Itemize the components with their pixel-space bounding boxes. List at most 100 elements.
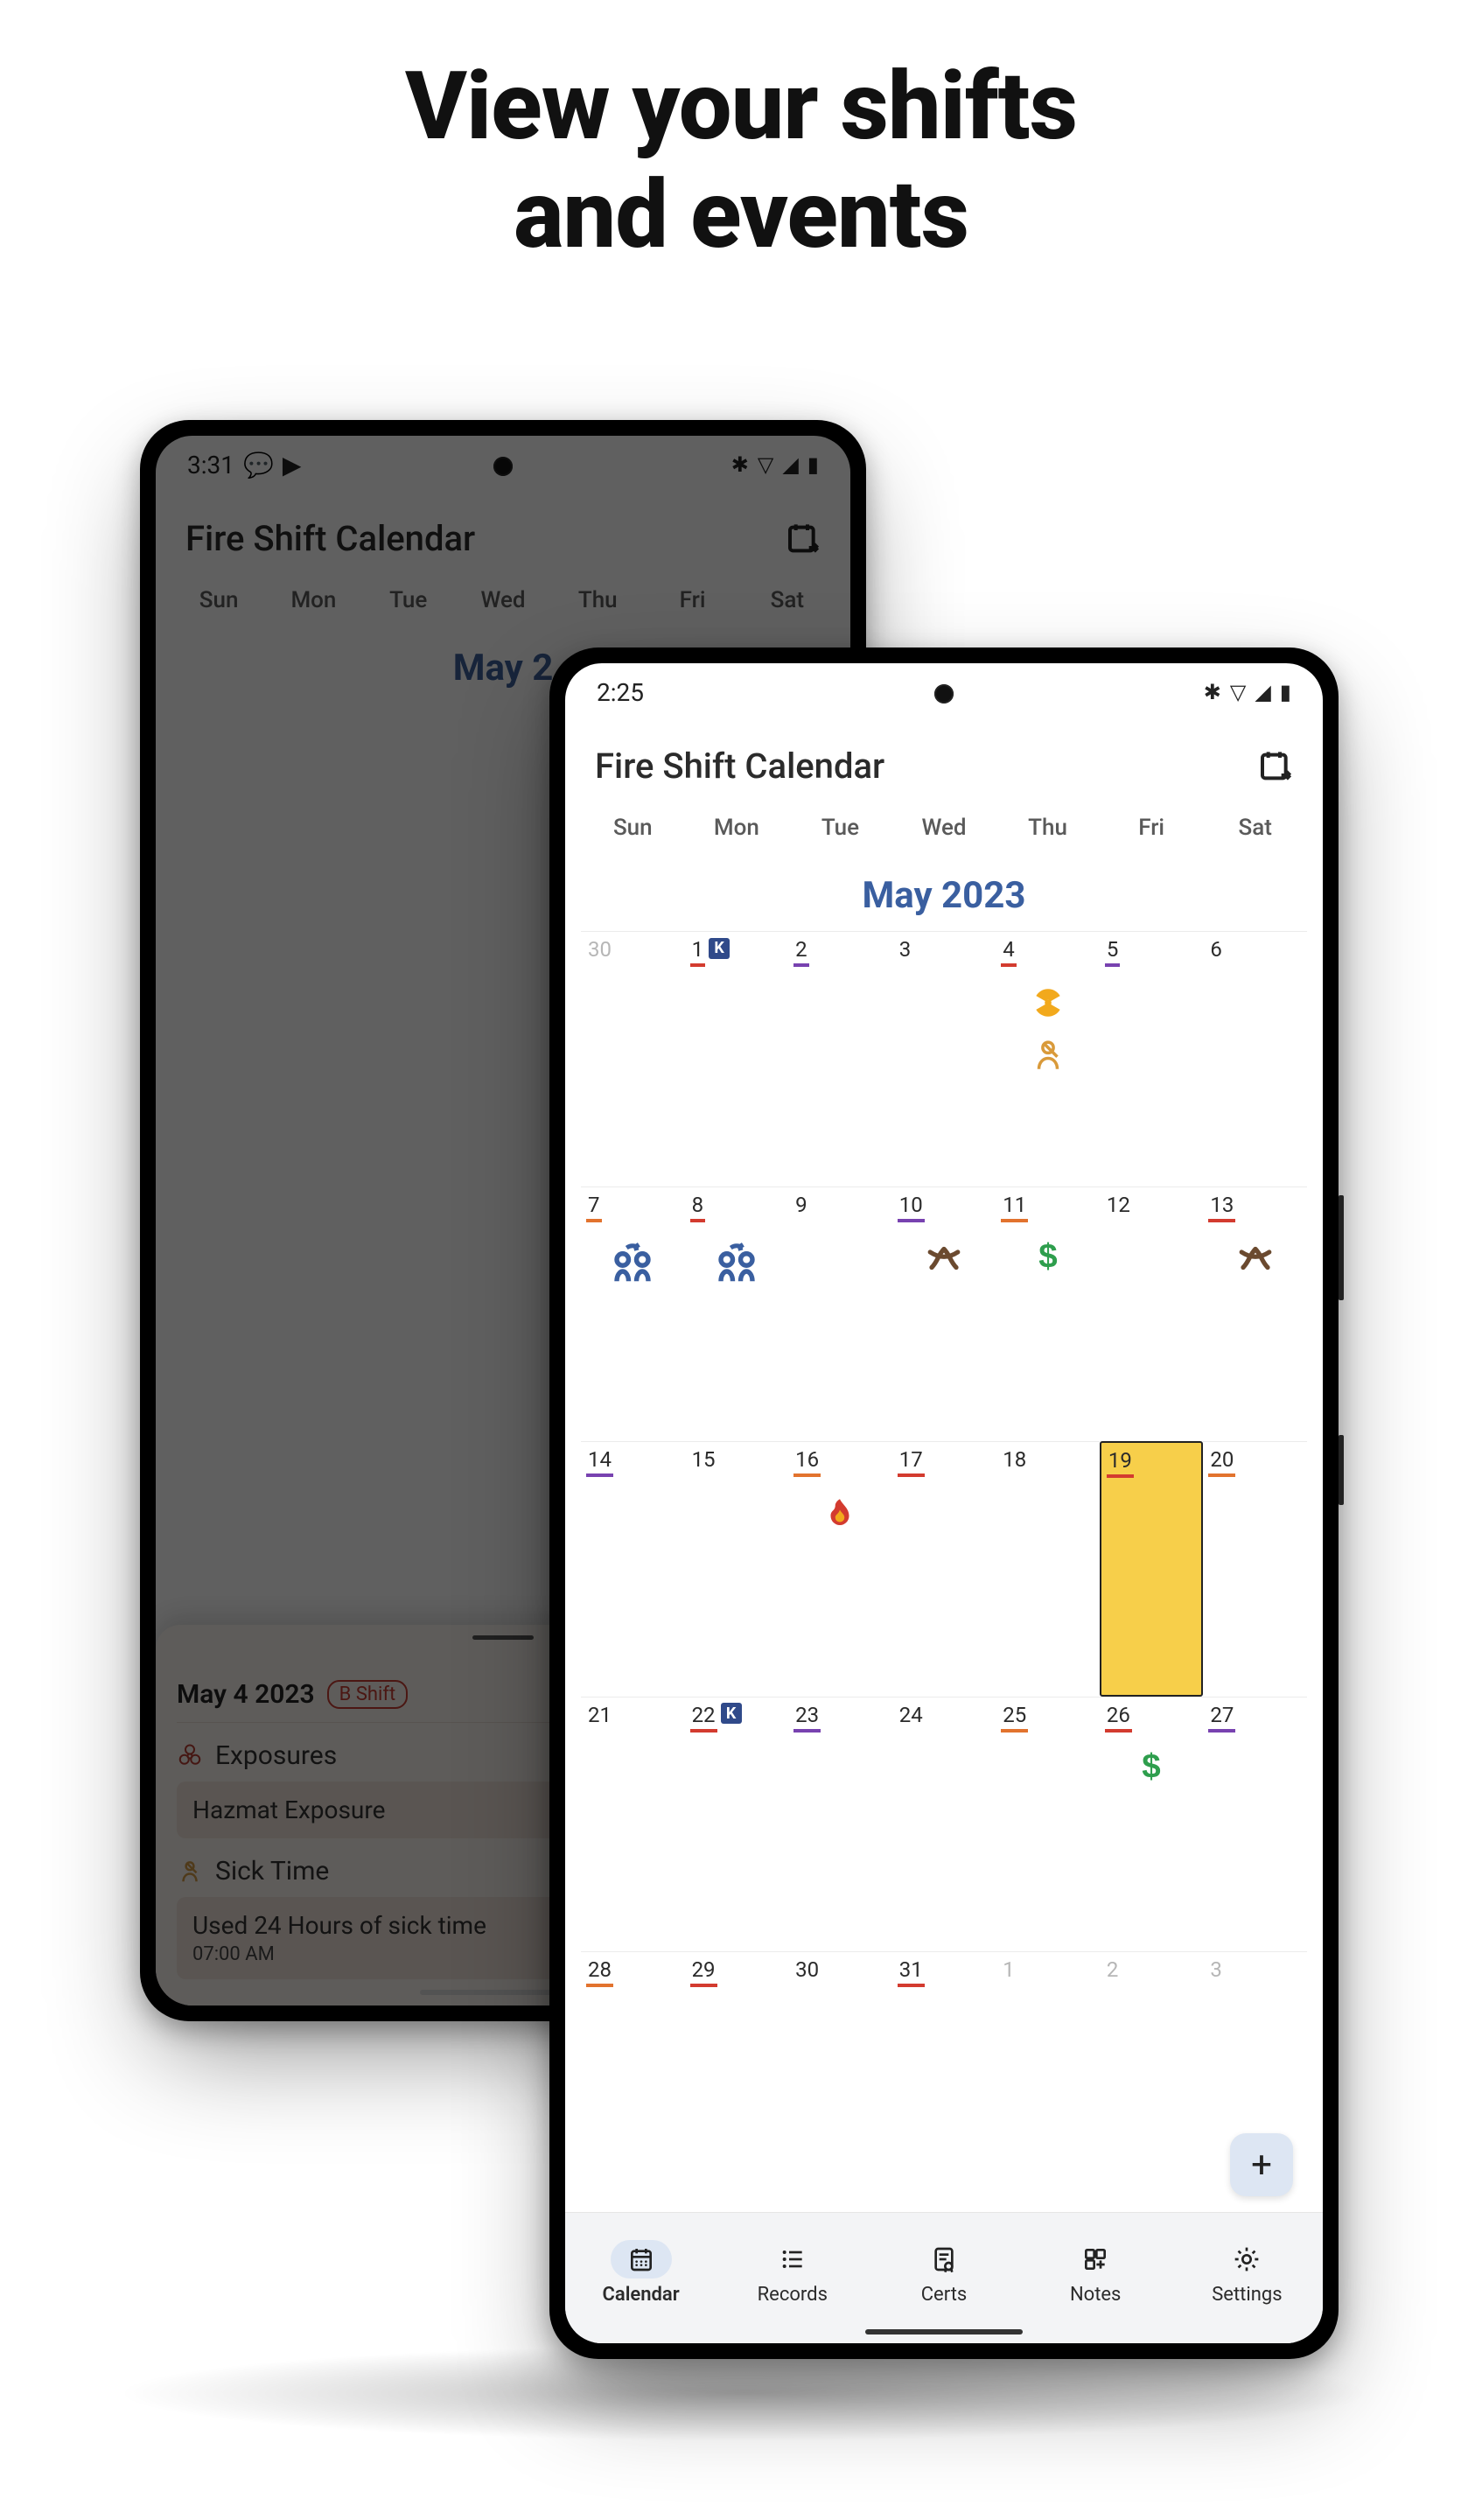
calendar-day[interactable]: 4: [996, 931, 1100, 1186]
battery-icon: ▮: [1280, 680, 1291, 704]
nav-certs[interactable]: Certs: [868, 2240, 1019, 2306]
day-number: 3: [898, 935, 913, 967]
camera-punch-hole: [934, 684, 954, 704]
calendar-day[interactable]: 22K: [685, 1697, 789, 1952]
nav-notes[interactable]: Notes: [1020, 2240, 1171, 2306]
calendar-day[interactable]: 2: [788, 931, 892, 1186]
wifi-icon: ▽: [758, 452, 773, 477]
nav-settings[interactable]: Settings: [1171, 2240, 1323, 2306]
calendar-day[interactable]: 20: [1203, 1441, 1307, 1697]
day-number: 10: [898, 1191, 925, 1222]
day-number: 5: [1105, 935, 1121, 967]
calendar-day[interactable]: 7: [581, 1186, 685, 1442]
calendar-day[interactable]: 23: [788, 1697, 892, 1952]
wifi-icon: ▽: [1230, 680, 1246, 704]
calendar-day[interactable]: 14: [581, 1441, 685, 1697]
knot-icon: [1237, 1240, 1274, 1277]
day-number: 11: [1001, 1191, 1028, 1222]
dollar-icon: [1133, 1750, 1170, 1787]
signal-icon: ◢: [782, 452, 798, 477]
calendar-day[interactable]: 19: [1100, 1441, 1204, 1697]
calendar-day[interactable]: 11: [996, 1186, 1100, 1442]
export-calendar-icon[interactable]: [1258, 749, 1293, 784]
day-number: 27: [1208, 1701, 1235, 1732]
calendar-day[interactable]: 9: [788, 1186, 892, 1442]
calendar-day[interactable]: 1: [996, 1951, 1100, 2207]
day-number: 22: [690, 1701, 717, 1732]
calendar-day[interactable]: 30: [788, 1951, 892, 2207]
calendar-day[interactable]: 5: [1100, 931, 1204, 1186]
day-number: 1: [1001, 1956, 1017, 1987]
add-event-fab[interactable]: +: [1230, 2133, 1293, 2196]
calendar-day[interactable]: 6: [1203, 931, 1307, 1186]
chat-bubble-icon: 💬: [243, 451, 274, 480]
app-header: Fire Shift Calendar: [565, 721, 1323, 806]
sheet-grabber[interactable]: [472, 1635, 534, 1640]
day-number: 30: [793, 1956, 821, 1987]
calendar-day[interactable]: 21: [581, 1697, 685, 1952]
day-number: 15: [690, 1446, 717, 1477]
nav-records[interactable]: Records: [717, 2240, 868, 2306]
day-number: 21: [586, 1701, 613, 1732]
status-time: 2:25: [597, 678, 644, 707]
biohazard-icon: [177, 1743, 203, 1769]
sheet-date: May 4 2023: [177, 1679, 315, 1710]
calendar-day[interactable]: 27: [1203, 1697, 1307, 1952]
day-number: 14: [586, 1446, 613, 1477]
calendar-day[interactable]: 29: [685, 1951, 789, 2207]
day-number: 2: [793, 935, 809, 967]
calendar-day[interactable]: 1K: [685, 931, 789, 1186]
camera-punch-hole: [493, 457, 513, 476]
day-number: 23: [793, 1701, 821, 1732]
calendar-day[interactable]: 13: [1203, 1186, 1307, 1442]
weekday-label: Mon: [685, 806, 789, 857]
calendar-day[interactable]: 31: [892, 1951, 996, 2207]
weekday-header: SunMonTueWedThuFriSat: [565, 806, 1323, 857]
calendar-day[interactable]: 18: [996, 1441, 1100, 1697]
calendar-day[interactable]: 16: [788, 1441, 892, 1697]
calendar-day[interactable]: 2: [1100, 1951, 1204, 2207]
calendar-grid: 301K2345678910111213141516171819202122K2…: [565, 931, 1323, 2212]
nav-handle: [865, 2329, 1023, 2334]
calendar-day[interactable]: 3: [892, 931, 996, 1186]
calendar-day[interactable]: 15: [685, 1441, 789, 1697]
headline-line-1: View your shifts: [0, 52, 1482, 161]
calendar-day[interactable]: 25: [996, 1697, 1100, 1952]
day-number: 26: [1105, 1701, 1132, 1732]
calendar-day[interactable]: 12: [1100, 1186, 1204, 1442]
nav-settings-label: Settings: [1212, 2284, 1282, 2306]
day-number: 20: [1208, 1446, 1235, 1477]
export-calendar-icon[interactable]: [786, 522, 821, 556]
calendar-day[interactable]: 30: [581, 931, 685, 1186]
radiation-icon: [1030, 984, 1066, 1021]
calendar-day[interactable]: 10: [892, 1186, 996, 1442]
calendar-day[interactable]: 26: [1100, 1697, 1204, 1952]
calendar-icon: [627, 2245, 655, 2273]
day-number: 2: [1105, 1956, 1121, 1987]
certs-icon: [930, 2245, 958, 2273]
calendar-day[interactable]: 24: [892, 1697, 996, 1952]
day-number: 4: [1001, 935, 1017, 967]
exposures-label: Exposures: [215, 1740, 337, 1771]
weekday-header: SunMonTueWedThuFriSat: [156, 578, 850, 629]
sicktime-label: Sick Time: [215, 1856, 329, 1886]
day-number: 12: [1105, 1191, 1132, 1222]
person-sick-icon: [177, 1858, 203, 1885]
calendar-day[interactable]: 8: [685, 1186, 789, 1442]
notes-icon: [1081, 2245, 1109, 2273]
day-number: 8: [690, 1191, 706, 1222]
nav-records-label: Records: [758, 2284, 828, 2306]
month-title: May 2023: [565, 857, 1323, 931]
kelly-day-badge: K: [721, 1703, 742, 1724]
calendar-day[interactable]: 17: [892, 1441, 996, 1697]
nav-calendar[interactable]: Calendar: [565, 2240, 717, 2306]
day-number: 9: [793, 1191, 809, 1222]
weekday-label: Mon: [266, 578, 360, 629]
calendar-day[interactable]: 28: [581, 1951, 685, 2207]
shift-chip: B Shift: [327, 1680, 409, 1709]
weekday-label: Wed: [892, 806, 996, 857]
app-title: Fire Shift Calendar: [595, 746, 884, 787]
bluetooth-icon: ✱: [1204, 680, 1221, 704]
trade-icon: [713, 1240, 760, 1287]
app-title: Fire Shift Calendar: [185, 518, 475, 559]
